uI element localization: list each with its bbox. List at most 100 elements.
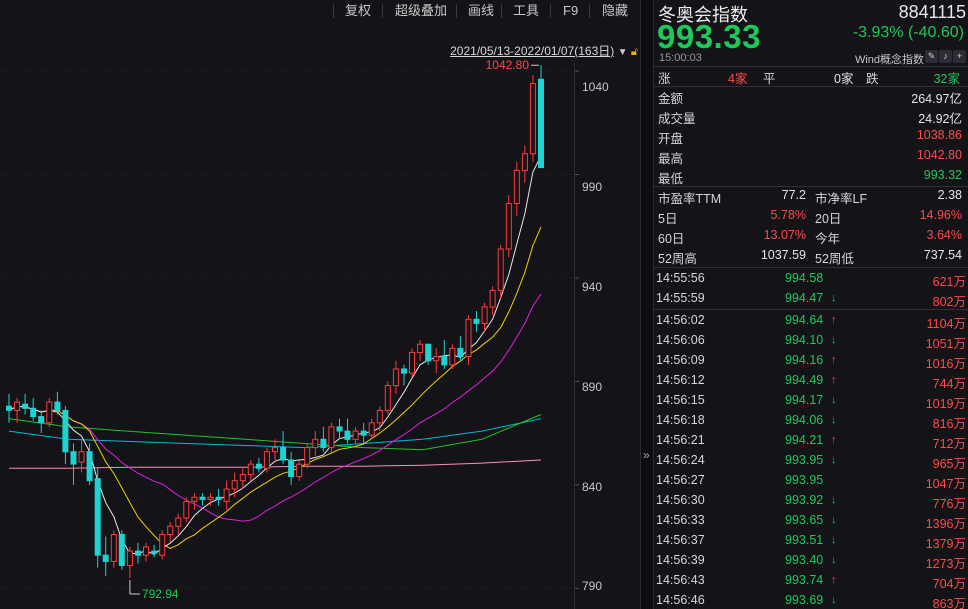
candle-down [38, 416, 45, 424]
tick-time: 14:56:12 [656, 373, 705, 387]
tick-price: 994.58 [785, 271, 824, 285]
tick-volume: 712万 [932, 437, 966, 451]
stat-value: 264.97亿 [911, 92, 962, 106]
tick-row[interactable]: 14:56:46 993.69 ↓ 863万 [654, 591, 968, 609]
edit-icon[interactable]: ✎ [925, 50, 938, 63]
arrow-down-icon: ↓ [831, 394, 837, 406]
tick-volume: 744万 [932, 377, 966, 391]
candle-down [336, 426, 343, 432]
pane-divider[interactable] [640, 0, 654, 609]
candle-down [457, 347, 464, 358]
candlestick-chart[interactable]: 1042.80 792.94 [0, 0, 640, 609]
ratio-value: 1037.59 [760, 248, 806, 262]
tick-row[interactable]: 14:56:27 993.95 1047万 [654, 471, 968, 491]
tick-row[interactable]: 14:56:09 994.16 ↑ 1016万 [654, 351, 968, 371]
ratio-label: 52周高 [658, 252, 697, 266]
tick-price: 994.17 [785, 393, 824, 407]
candle-down [215, 496, 222, 500]
tick-price: 994.64 [785, 313, 824, 327]
index-code: 8841115 [898, 2, 966, 22]
tick-row[interactable]: 14:56:30 993.92 ↓ 776万 [654, 491, 968, 511]
candle-up [497, 248, 504, 291]
candle-up [110, 534, 117, 562]
tick-row[interactable]: 14:56:15 994.17 ↓ 1019万 [654, 391, 968, 411]
stat-value: 993.32 [923, 168, 962, 182]
candle-down [401, 368, 407, 374]
low-price-label: 792.94 [142, 587, 179, 601]
ratio-value: 13.07% [763, 228, 806, 242]
tick-time: 14:56:27 [656, 473, 705, 487]
tick-row[interactable]: 14:56:37 993.51 ↓ 1379万 [654, 531, 968, 551]
candle-down [6, 405, 12, 411]
candle-up [489, 289, 496, 308]
price-change: -3.93% (-40.60) [852, 24, 964, 41]
tick-row[interactable]: 14:55:59 994.47 ↓ 802万 [654, 289, 968, 309]
tick-row[interactable]: 14:56:21 994.21 ↑ 712万 [654, 431, 968, 451]
tick-price: 993.40 [785, 553, 824, 567]
tick-row[interactable]: 14:56:18 994.06 ↓ 816万 [654, 411, 968, 431]
tick-row[interactable]: 14:56:33 993.65 ↓ 1396万 [654, 511, 968, 531]
tick-volume: 1016万 [925, 357, 966, 371]
tick-volume: 1051万 [925, 337, 966, 351]
chart-pane[interactable]: 复权 超级叠加 画线 工具 F9 隐藏 2021/05/13-2022/01/0… [0, 0, 640, 609]
candle-down [70, 451, 77, 465]
candle-up [304, 447, 311, 465]
arrow-up-icon: ↑ [831, 374, 837, 386]
tick-price: 993.95 [785, 453, 824, 467]
add-icon[interactable]: + [953, 50, 966, 63]
divider-line [654, 309, 968, 310]
candle-down [280, 447, 287, 461]
candle-down [425, 343, 432, 362]
tick-row[interactable]: 14:56:39 993.40 ↓ 1273万 [654, 551, 968, 571]
candle-up [529, 83, 536, 155]
candle-up [296, 463, 303, 478]
arrow-up-icon: ↑ [831, 574, 837, 586]
tick-volume: 802万 [932, 295, 966, 309]
high-price-label: 1042.80 [486, 58, 530, 72]
tick-time: 14:56:39 [656, 553, 705, 567]
candle-down [199, 496, 206, 500]
candle-up [14, 401, 21, 411]
quote-panel: 冬奥会指数 8841115 993.33 -3.93% (-40.60) 15:… [654, 0, 968, 609]
candle-up [417, 343, 424, 354]
candle-down [135, 550, 141, 556]
ratio-value: 77.2 [781, 188, 806, 202]
candle-up [352, 430, 359, 440]
ratio-label: 5日 [658, 212, 678, 226]
candle-down [102, 554, 109, 562]
tick-volume: 704万 [932, 577, 966, 591]
candle-up [46, 401, 53, 424]
ratio-value: 14.96% [919, 208, 962, 222]
collapse-arrow-icon[interactable]: » [643, 448, 650, 462]
candle-down [255, 463, 262, 469]
candle-up [392, 368, 399, 387]
tick-time: 14:56:30 [656, 493, 705, 507]
tick-row[interactable]: 14:56:43 993.74 ↑ 704万 [654, 571, 968, 591]
candle-down [118, 534, 125, 566]
tick-time: 14:56:09 [656, 353, 705, 367]
arrow-down-icon: ↓ [831, 494, 837, 506]
tick-price: 994.16 [785, 353, 824, 367]
tick-volume: 1379万 [925, 537, 966, 551]
tick-row[interactable]: 14:56:02 994.64 ↑ 1104万 [654, 311, 968, 331]
tick-price: 994.10 [785, 333, 824, 347]
candle-up [505, 203, 512, 250]
price-tick-label: 990 [582, 180, 603, 194]
divider-line [654, 66, 968, 67]
stat-value: 1038.86 [916, 128, 962, 142]
candle-down [473, 318, 480, 324]
ratio-value: 2.38 [937, 188, 962, 202]
price-axis-line [574, 62, 575, 609]
candle-up [175, 517, 182, 527]
tick-time: 14:56:02 [656, 313, 705, 327]
tick-volume: 1019万 [925, 397, 966, 411]
tick-row[interactable]: 14:56:06 994.10 ↓ 1051万 [654, 331, 968, 351]
tick-row[interactable]: 14:55:56 994.58 621万 [654, 269, 968, 289]
price-tick-label: 1040 [582, 80, 609, 94]
bell-icon[interactable]: ♪ [939, 50, 952, 63]
tick-row[interactable]: 14:56:12 994.49 ↑ 744万 [654, 371, 968, 391]
candle-up [465, 318, 472, 357]
tick-volume: 621万 [932, 275, 966, 289]
candle-down [86, 451, 93, 482]
tick-row[interactable]: 14:56:24 993.95 ↓ 965万 [654, 451, 968, 471]
